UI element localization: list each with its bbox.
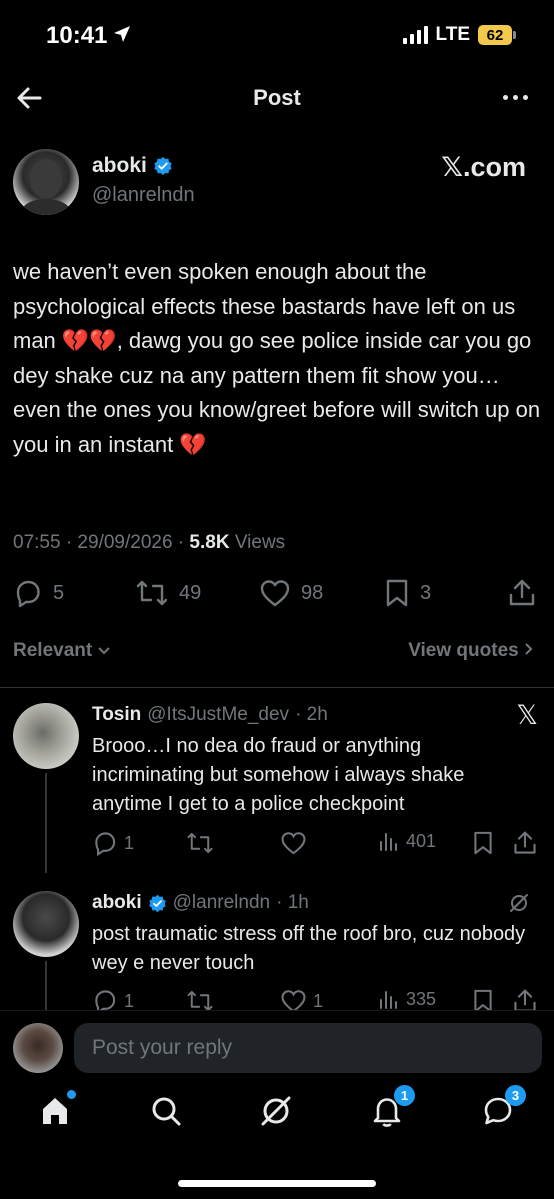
author-name-text: aboki — [92, 154, 147, 177]
top-header: Post — [0, 75, 554, 121]
source-label: 𝕏.com — [441, 152, 526, 182]
reply-button[interactable]: 1 — [92, 830, 134, 856]
heart-icon — [260, 580, 290, 607]
views-count: 401 — [406, 830, 437, 851]
bookmark-icon[interactable] — [472, 830, 494, 856]
search-icon — [152, 1097, 181, 1126]
reply-actions: 1 401 — [0, 830, 554, 856]
battery-level: 62 — [478, 25, 512, 45]
divider — [0, 687, 554, 688]
repost-icon — [136, 580, 168, 606]
repost-count: 49 — [179, 581, 202, 604]
heart-icon — [281, 832, 306, 855]
verified-badge-icon — [148, 894, 166, 912]
tab-grok[interactable] — [258, 1093, 294, 1129]
x-logo-icon: 𝕏 — [516, 700, 538, 730]
home-notification-dot — [67, 1090, 76, 1099]
reply-composer — [0, 1010, 554, 1080]
reply-author-name[interactable]: aboki — [92, 892, 142, 914]
reply-time: · 2h — [295, 704, 328, 725]
reply-author-name[interactable]: Tosin — [92, 704, 141, 726]
post-timestamp: 07:55 · 29/09/2026 · — [13, 532, 190, 553]
view-quotes-link[interactable]: View quotes — [408, 640, 534, 662]
reply-text: Brooo…I no dea do fraud or anything incr… — [92, 735, 465, 815]
reply-icon — [95, 832, 116, 856]
thread-line — [45, 773, 47, 873]
sort-dropdown[interactable]: Relevant — [13, 640, 111, 662]
like-button[interactable] — [280, 830, 313, 856]
post-text: we haven’t even spoken enough about the … — [13, 259, 547, 457]
reply-author-handle[interactable]: @lanrelndn — [173, 892, 270, 914]
sort-label: Relevant — [13, 640, 93, 661]
status-bar: 10:41 LTE 62 — [0, 0, 554, 70]
reply-text: post traumatic stress off the roof bro, … — [92, 923, 526, 974]
reply-avatar[interactable] — [13, 891, 79, 957]
like-count: 1 — [313, 990, 324, 1011]
views-label: Views — [229, 532, 286, 553]
bookmark-icon — [386, 579, 408, 607]
chevron-right-icon — [525, 643, 533, 655]
like-button[interactable]: 98 — [259, 578, 323, 608]
bookmark-button[interactable]: 3 — [384, 578, 431, 608]
home-indicator — [178, 1180, 376, 1187]
share-icon — [509, 579, 535, 606]
post-actions: 5 49 98 3 — [0, 576, 554, 612]
views-count: 335 — [406, 988, 437, 1009]
post-meta: 07:55 · 29/09/2026 · 5.8K Views — [13, 532, 285, 554]
status-time: 10:41 — [46, 22, 108, 49]
verified-badge-icon — [154, 156, 172, 176]
repost-button[interactable]: 49 — [135, 578, 201, 608]
chevron-down-icon — [98, 647, 111, 655]
reply-avatar[interactable] — [13, 703, 79, 769]
page-title: Post — [253, 85, 301, 110]
status-indicators: LTE 62 — [402, 24, 516, 46]
author-handle[interactable]: @lanrelndn — [92, 184, 195, 207]
bookmark-count: 3 — [420, 581, 432, 604]
reply-header: aboki @lanrelndn · 1h — [92, 892, 309, 914]
home-icon — [43, 1098, 67, 1124]
tab-notifications[interactable]: 1 — [369, 1085, 415, 1129]
repost-icon — [187, 832, 213, 854]
my-avatar[interactable] — [13, 1023, 63, 1073]
reply-count: 1 — [124, 832, 135, 853]
reply-count: 1 — [124, 990, 135, 1011]
tab-messages[interactable]: 3 — [480, 1085, 526, 1129]
reply-author-handle[interactable]: @ItsJustMe_dev — [147, 704, 289, 726]
reply-count: 5 — [53, 581, 65, 604]
reply-icon — [16, 580, 40, 608]
reply-button[interactable]: 5 — [13, 578, 64, 608]
views-button[interactable]: 335 — [378, 988, 436, 1010]
tab-home[interactable] — [37, 1090, 76, 1129]
analytics-icon — [380, 833, 397, 851]
reply-header: Tosin @ItsJustMe_dev · 2h — [92, 704, 328, 726]
notifications-badge: 1 — [394, 1085, 415, 1106]
author-name[interactable]: aboki — [92, 154, 173, 178]
location-arrow-icon — [114, 26, 130, 42]
view-quotes-label: View quotes — [408, 640, 519, 661]
more-options-icon[interactable] — [503, 95, 528, 100]
grok-icon — [261, 1096, 291, 1126]
author-avatar[interactable] — [13, 149, 79, 215]
battery-icon: 62 — [478, 25, 516, 45]
network-label: LTE — [435, 24, 470, 45]
views-count[interactable]: 5.8K — [189, 532, 229, 553]
reply-input[interactable] — [74, 1023, 542, 1073]
share-icon[interactable] — [512, 830, 538, 856]
tab-search[interactable] — [148, 1093, 184, 1129]
repost-button[interactable] — [186, 830, 220, 856]
signal-icon — [402, 26, 428, 44]
views-button[interactable]: 401 — [378, 830, 436, 852]
bottom-tab-bar: 1 3 — [0, 1085, 554, 1145]
reply-time: · 1h — [276, 892, 309, 913]
messages-badge: 3 — [505, 1085, 526, 1106]
grok-icon[interactable] — [508, 892, 530, 914]
share-button[interactable] — [507, 578, 537, 608]
analytics-icon — [380, 991, 397, 1009]
like-count: 98 — [301, 581, 324, 604]
